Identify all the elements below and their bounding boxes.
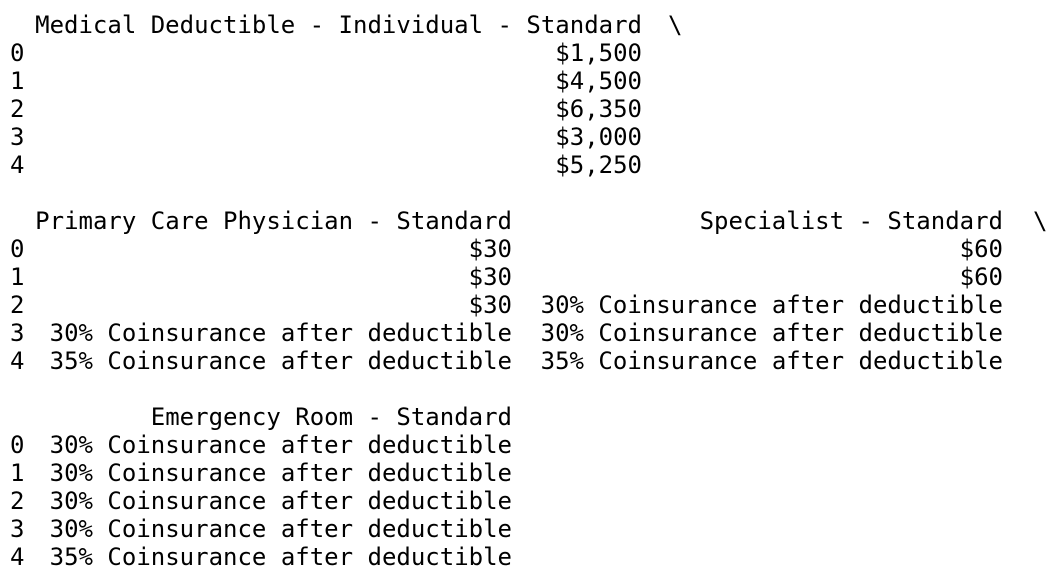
column-header-primary-care: Primary Care Physician - Standard: [35, 207, 512, 235]
cell-medical-deductible: $4,500: [555, 67, 642, 95]
table-row: 2 $6,350: [10, 95, 1040, 123]
row-index: 1: [10, 459, 25, 487]
cell-emergency-room: 30% Coinsurance after deductible: [49, 459, 512, 487]
cell-specialist: 35% Coinsurance after deductible: [540, 347, 1003, 375]
table-row: 0 30% Coinsurance after deductible: [10, 431, 1040, 459]
row-index: 4: [10, 543, 25, 570]
table-row: 0 $1,500: [10, 39, 1040, 67]
table-header-row: Primary Care Physician - Standard Specia…: [10, 207, 1047, 235]
table-row: 3 30% Coinsurance after deductible 30% C…: [10, 319, 1040, 347]
table-row: 3 $3,000: [10, 123, 1040, 151]
table-header-row: Emergency Room - Standard: [10, 403, 1040, 431]
cell-emergency-room: 35% Coinsurance after deductible: [49, 543, 512, 570]
cell-medical-deductible: $1,500: [555, 39, 642, 67]
cell-primary-care: $30: [468, 291, 512, 319]
table-physician-specialist: Primary Care Physician - Standard Specia…: [10, 207, 1047, 375]
table-row: 1 $4,500: [10, 67, 1040, 95]
cell-specialist: $60: [959, 235, 1003, 263]
table-row: 0 $30 $60: [10, 235, 1040, 263]
row-index: 2: [10, 95, 25, 123]
row-index: 4: [10, 151, 25, 179]
cell-medical-deductible: $3,000: [555, 123, 642, 151]
cell-emergency-room: 30% Coinsurance after deductible: [49, 487, 512, 515]
table-row: 2 $30 30% Coinsurance after deductible: [10, 291, 1040, 319]
row-index: 3: [10, 515, 25, 543]
row-index: 1: [10, 263, 25, 291]
row-index: 2: [10, 487, 25, 515]
cell-primary-care: 35% Coinsurance after deductible: [49, 347, 512, 375]
cell-primary-care: 30% Coinsurance after deductible: [49, 319, 512, 347]
row-index: 0: [10, 235, 25, 263]
line-continuation-marker: \: [668, 11, 683, 39]
column-header-emergency-room: Emergency Room - Standard: [150, 403, 512, 431]
row-index: 3: [10, 319, 25, 347]
table-row: 4 $5,250: [10, 151, 1040, 179]
cell-primary-care: $30: [468, 263, 512, 291]
cell-emergency-room: 30% Coinsurance after deductible: [49, 515, 512, 543]
table-medical-deductible: Medical Deductible - Individual - Standa…: [10, 11, 1040, 179]
table-row: 4 35% Coinsurance after deductible 35% C…: [10, 347, 1040, 375]
cell-emergency-room: 30% Coinsurance after deductible: [49, 431, 512, 459]
column-header-medical-deductible: Medical Deductible - Individual - Standa…: [35, 11, 642, 39]
cell-specialist: 30% Coinsurance after deductible: [540, 291, 1003, 319]
row-index: 0: [10, 39, 25, 67]
cell-medical-deductible: $5,250: [555, 151, 642, 179]
row-index: 1: [10, 67, 25, 95]
cell-specialist: $60: [959, 263, 1003, 291]
column-header-specialist: Specialist - Standard: [699, 207, 1003, 235]
table-row: 3 30% Coinsurance after deductible: [10, 515, 1040, 543]
table-row: 1 $30 $60: [10, 263, 1040, 291]
cell-specialist: 30% Coinsurance after deductible: [540, 319, 1003, 347]
table-emergency-room: Emergency Room - Standard 0 30% Coinsura…: [10, 403, 1040, 570]
table-row: 1 30% Coinsurance after deductible: [10, 459, 1040, 487]
table-row: 4 35% Coinsurance after deductible: [10, 543, 1040, 570]
dataframe-output: Medical Deductible - Individual - Standa…: [0, 0, 1048, 570]
line-continuation-marker: \: [1033, 207, 1048, 235]
table-header-row: Medical Deductible - Individual - Standa…: [10, 11, 1040, 39]
row-index: 2: [10, 291, 25, 319]
cell-medical-deductible: $6,350: [555, 95, 642, 123]
table-row: 2 30% Coinsurance after deductible: [10, 487, 1040, 515]
row-index: 4: [10, 347, 25, 375]
row-index: 3: [10, 123, 25, 151]
cell-primary-care: $30: [468, 235, 512, 263]
row-index: 0: [10, 431, 25, 459]
